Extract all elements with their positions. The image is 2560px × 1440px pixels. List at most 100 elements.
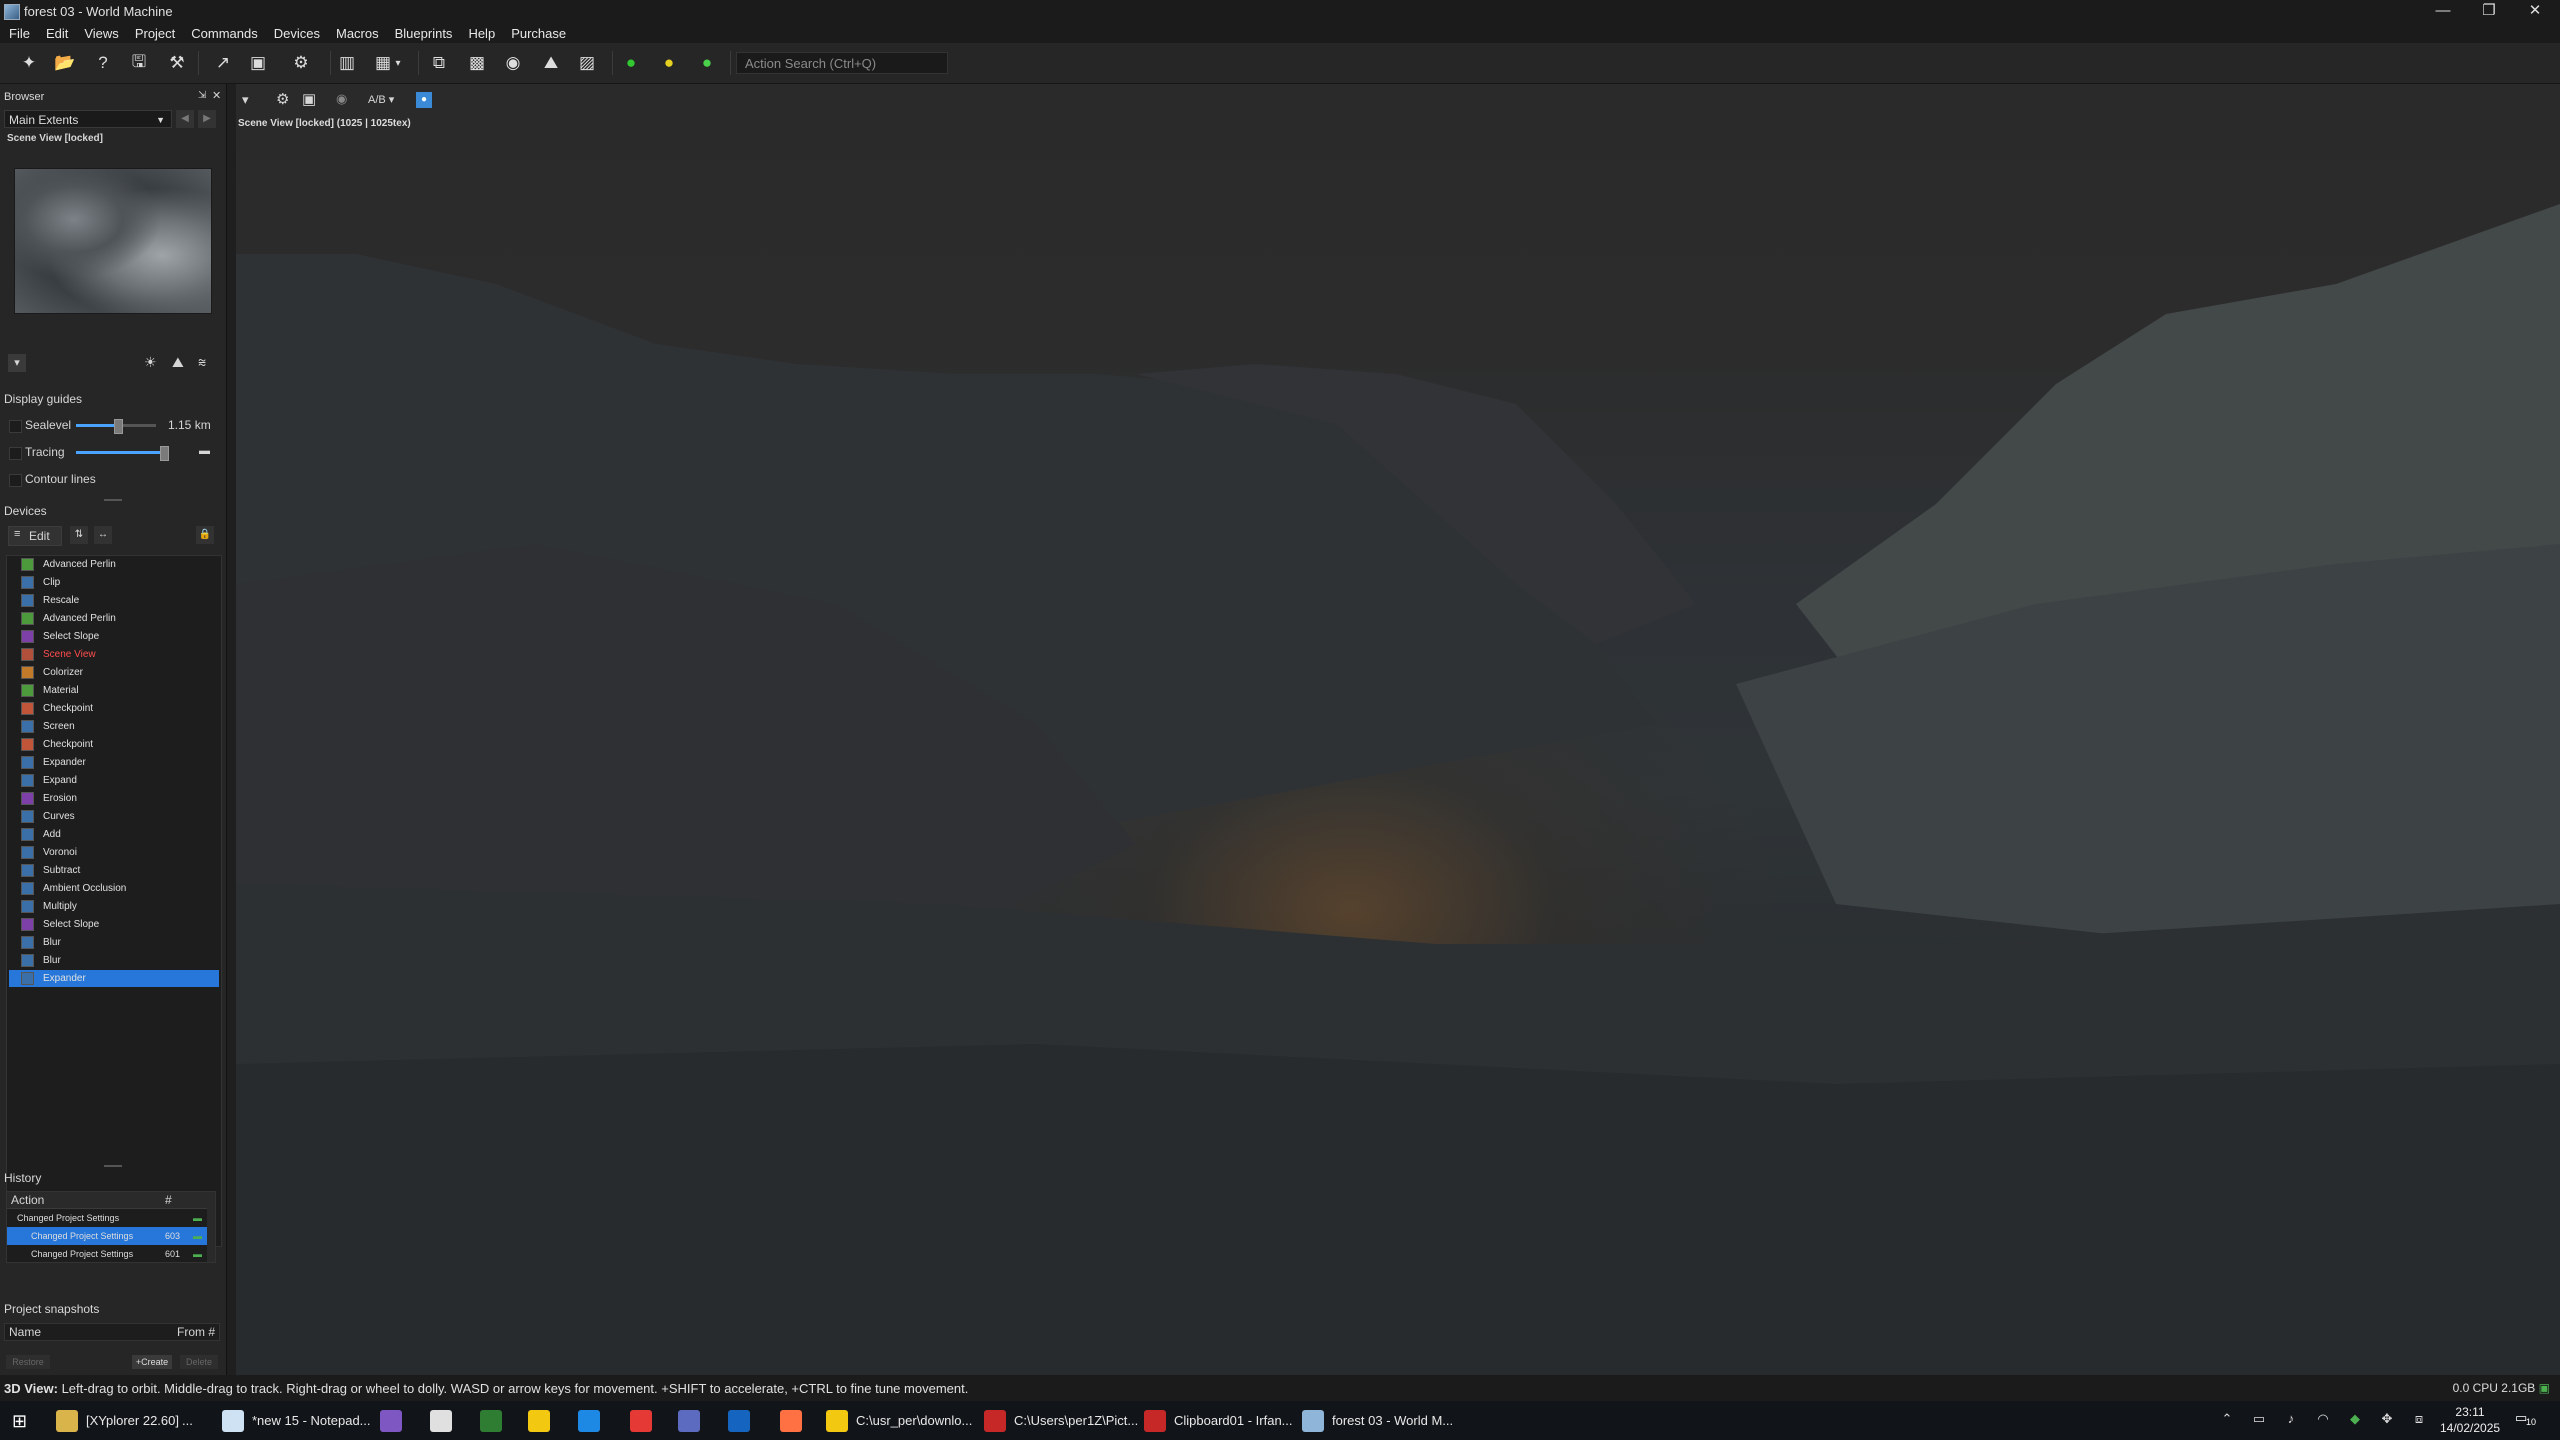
devices-edit-button[interactable]: ≡ Edit — [8, 526, 62, 546]
terrain-view-icon[interactable]: ⛰ — [538, 50, 564, 76]
filter-icon[interactable]: ↔ — [94, 526, 112, 544]
windows-start-icon[interactable]: ⊞ — [12, 1411, 27, 1432]
build-green-icon[interactable]: ● — [618, 50, 644, 76]
new-project-icon[interactable]: ✦ — [16, 50, 42, 76]
device-list-item[interactable]: Select Slope — [9, 916, 219, 933]
menu-purchase[interactable]: Purchase — [502, 22, 573, 43]
device-list-item[interactable]: Rescale — [9, 592, 219, 609]
device-list-item[interactable]: Add — [9, 826, 219, 843]
device-list-item[interactable]: Colorizer — [9, 664, 219, 681]
device-list-item[interactable]: Screen — [9, 718, 219, 735]
restore-button[interactable]: Restore — [6, 1355, 50, 1369]
device-list-item[interactable]: Select Slope — [9, 628, 219, 645]
graph-icon[interactable]: ↗ — [210, 50, 236, 76]
help-icon[interactable]: ? — [90, 50, 116, 76]
sealevel-checkbox[interactable] — [9, 420, 22, 433]
menu-file[interactable]: File — [0, 22, 37, 43]
tracing-checkbox[interactable] — [9, 447, 22, 460]
lock-view-icon[interactable]: ● — [416, 92, 432, 108]
taskbar-app-button[interactable]: C:\usr_per\downlo... — [826, 1401, 972, 1440]
device-list-item[interactable]: Material — [9, 682, 219, 699]
taskbar-app-button[interactable] — [528, 1401, 558, 1440]
volume-icon[interactable]: ♪ — [2282, 1411, 2300, 1429]
open-folder-icon[interactable]: 📂 — [52, 50, 78, 76]
device-list-item[interactable]: Blur — [9, 934, 219, 951]
tiles-icon[interactable]: ▩ — [464, 50, 490, 76]
menu-devices[interactable]: Devices — [265, 22, 327, 43]
splitter-handle[interactable] — [104, 499, 122, 501]
display-icon[interactable]: ⧈ — [2410, 1411, 2428, 1429]
dropbox-icon[interactable]: ✥ — [2378, 1411, 2396, 1429]
device-list-item[interactable]: Expander — [9, 970, 219, 987]
taskbar-app-button[interactable]: [XYplorer 22.60] — [56, 1401, 179, 1440]
splitter-handle[interactable] — [104, 1165, 122, 1167]
history-row[interactable]: Changed Project Settings 601 ▬ — [7, 1245, 207, 1262]
ab-toggle[interactable]: A/B ▾ — [368, 93, 394, 106]
device-list-item[interactable]: Multiply — [9, 898, 219, 915]
taskbar-app-button[interactable]: C:\Users\per1Z\Pict... — [984, 1401, 1138, 1440]
nav-forward-icon[interactable]: ▶ — [198, 110, 216, 128]
taskbar-app-button[interactable] — [578, 1401, 608, 1440]
close-button[interactable]: ✕ — [2512, 0, 2558, 22]
device-list-item[interactable]: Checkpoint — [9, 736, 219, 753]
menu-edit[interactable]: Edit — [37, 22, 75, 43]
contour-checkbox[interactable] — [9, 474, 22, 487]
menu-commands[interactable]: Commands — [182, 22, 264, 43]
eye-icon[interactable]: ◉ — [336, 91, 347, 107]
save-icon[interactable]: 🖫 — [126, 50, 152, 76]
device-list-item[interactable]: Scene View — [9, 646, 219, 663]
taskbar-app-button[interactable] — [480, 1401, 510, 1440]
taskbar-app-button[interactable]: forest 03 - World M... — [1302, 1401, 1453, 1440]
export-icon[interactable]: ▣ — [245, 50, 271, 76]
menu-help[interactable]: Help — [459, 22, 502, 43]
device-list-item[interactable]: Subtract — [9, 862, 219, 879]
view-mode-icon[interactable]: ▾ — [8, 354, 26, 372]
folder-icon[interactable]: ▬ — [199, 445, 210, 457]
menu-views[interactable]: Views — [75, 22, 125, 43]
taskbar-app-button[interactable] — [780, 1401, 810, 1440]
taskbar-app-button[interactable] — [430, 1401, 460, 1440]
texture-view-icon[interactable]: ▨ — [574, 50, 600, 76]
notifications-icon[interactable]: ▭ 10 — [2515, 1410, 2537, 1430]
taskbar-app-button[interactable] — [678, 1401, 708, 1440]
shield-icon[interactable]: ◆ — [2346, 1411, 2364, 1429]
restore-button[interactable]: ❐ — [2466, 0, 2512, 22]
tray-chevron-icon[interactable]: ⌃ — [2218, 1411, 2236, 1429]
menu-macros[interactable]: Macros — [327, 22, 386, 43]
battery-icon[interactable]: ▭ — [2250, 1411, 2268, 1429]
build-yellow-icon[interactable]: ● — [656, 50, 682, 76]
action-search-input[interactable]: Action Search (Ctrl+Q) — [736, 52, 948, 74]
clock[interactable]: 23:11 14/02/2025 — [2440, 1404, 2500, 1436]
preview-icon[interactable]: ▣ — [302, 90, 316, 108]
globe-icon[interactable]: ◉ — [500, 50, 526, 76]
network-icon[interactable]: ◠ — [2314, 1411, 2332, 1429]
history-scrollbar[interactable] — [207, 1192, 215, 1262]
device-list-item[interactable]: Ambient Occlusion — [9, 880, 219, 897]
float-icon[interactable]: ⇲ — [198, 90, 206, 101]
mountain-icon[interactable]: ⛰ — [172, 354, 184, 371]
view-settings-icon[interactable]: ▾ — [242, 92, 249, 108]
device-list-item[interactable]: Advanced Perlin — [9, 556, 219, 573]
tracing-slider-thumb[interactable] — [160, 446, 169, 461]
taskbar-app-button[interactable]: Clipboard01 - Irfan... — [1144, 1401, 1293, 1440]
taskbar-app-button[interactable]: ... — [182, 1401, 193, 1440]
device-list-item[interactable]: Clip — [9, 574, 219, 591]
camera-icon[interactable]: ⚙ — [276, 90, 289, 108]
hide-icon[interactable]: ⩬ — [198, 354, 206, 371]
settings-icon[interactable]: ⚙ — [288, 50, 314, 76]
sort-icon[interactable]: ⇅ — [70, 526, 88, 544]
light-icon[interactable]: ☀ — [144, 354, 157, 371]
taskbar-app-button[interactable] — [380, 1401, 410, 1440]
device-list-item[interactable]: Blur — [9, 952, 219, 969]
build-icon[interactable]: ⚒ — [164, 50, 190, 76]
device-list-item[interactable]: Expand — [9, 772, 219, 789]
device-view-icon[interactable]: ⧉ — [426, 50, 452, 76]
delete-button[interactable]: Delete — [180, 1355, 218, 1369]
close-icon[interactable]: ✕ — [212, 89, 221, 102]
lock-icon[interactable]: 🔒 — [196, 526, 214, 544]
device-list-item[interactable]: Voronoi — [9, 844, 219, 861]
extents-dropdown[interactable]: Main Extents ▼ — [4, 110, 172, 128]
build-full-icon[interactable]: ● — [694, 50, 720, 76]
history-row[interactable]: Changed Project Settings ▬ — [7, 1209, 207, 1227]
nav-back-icon[interactable]: ◀ — [176, 110, 194, 128]
